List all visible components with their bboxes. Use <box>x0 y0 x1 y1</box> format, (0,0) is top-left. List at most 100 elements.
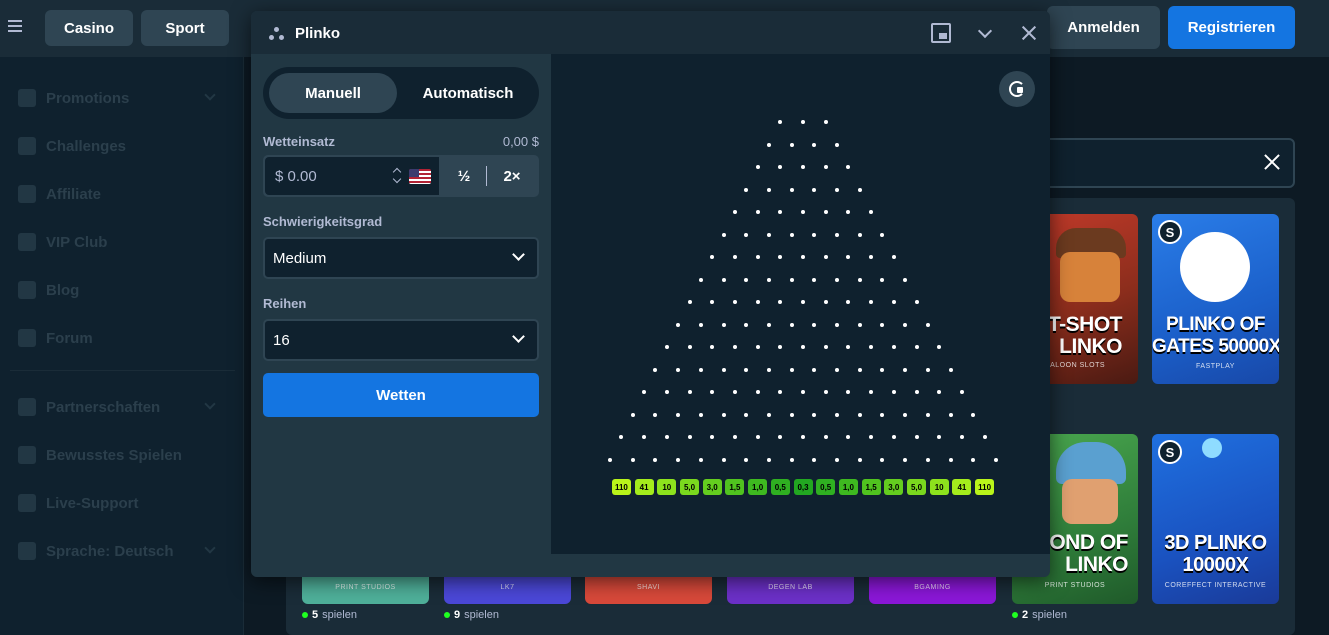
sidebar-item-challenges[interactable]: Challenges <box>18 134 228 158</box>
tab-manual[interactable]: Manuell <box>269 73 397 113</box>
peg <box>778 390 783 394</box>
peg <box>721 457 726 462</box>
multiplier-bucket: 41 <box>952 479 972 495</box>
bet-amount-value: $ 0.00 <box>275 168 317 185</box>
sidebar-item-partnerschaften[interactable]: Partnerschaften <box>18 395 228 419</box>
peg <box>823 345 828 349</box>
peg <box>801 255 805 259</box>
player-count-value: 9 <box>454 609 461 621</box>
sidebar-item-vip-club[interactable]: VIP Club <box>18 230 228 254</box>
game-card[interactable]: DEGEN LAB <box>727 574 854 604</box>
close-icon[interactable] <box>1019 23 1039 43</box>
peg <box>687 300 692 304</box>
sidebar-item-affiliate[interactable]: Affiliate <box>18 182 228 206</box>
close-icon[interactable] <box>1262 152 1282 172</box>
game-art <box>1062 479 1118 524</box>
peg <box>835 322 840 327</box>
game-card[interactable]: BGAMING <box>869 574 996 604</box>
game-card[interactable]: PRINT STUDIOS <box>302 574 429 604</box>
game-studio: PRINT STUDIOS <box>1044 582 1106 589</box>
peg <box>687 345 692 349</box>
peg <box>676 322 681 327</box>
register-button[interactable]: Registrieren <box>1168 6 1295 49</box>
stake-originals-badge: S <box>1158 440 1182 464</box>
game-card[interactable]: S PLINKO OF GATES 50000X FASTPLAY <box>1152 214 1279 384</box>
player-count-label: spielen <box>1032 609 1067 621</box>
player-count-label: spielen <box>464 609 499 621</box>
bet-amount-input[interactable]: $ 0.00 <box>265 157 439 195</box>
picture-in-picture-icon[interactable] <box>931 23 951 43</box>
peg <box>880 322 885 327</box>
game-art <box>1202 438 1222 458</box>
sidebar-item-forum[interactable]: Forum <box>18 326 228 350</box>
peg <box>812 412 817 417</box>
menu-icon[interactable] <box>8 20 22 32</box>
peg <box>925 367 930 372</box>
difficulty-select[interactable]: Medium <box>263 237 539 279</box>
rows-select[interactable]: 16 <box>263 319 539 361</box>
game-card[interactable]: S 3D PLINKO 10000X COREFFECT INTERACTIVE <box>1152 434 1279 604</box>
peg <box>937 390 942 394</box>
sport-tab[interactable]: Sport <box>141 10 229 46</box>
peg <box>710 300 715 304</box>
peg <box>993 457 998 462</box>
live-stats-icon[interactable] <box>999 71 1035 107</box>
peg <box>744 277 749 282</box>
multiplier-bucket: 0,5 <box>816 479 836 495</box>
peg <box>732 390 737 394</box>
peg <box>676 457 681 462</box>
peg <box>869 300 874 304</box>
divider <box>10 370 235 371</box>
peg <box>869 435 874 439</box>
double-bet-button[interactable]: 2× <box>489 155 535 197</box>
divider <box>486 166 487 186</box>
peg <box>937 435 942 439</box>
sidebar-item-blog[interactable]: Blog <box>18 278 228 302</box>
peg <box>835 277 840 282</box>
half-bet-button[interactable]: ½ <box>441 155 487 197</box>
sidebar-item-label: Affiliate <box>46 185 102 203</box>
sidebar-item-live-support[interactable]: Live-Support <box>18 491 228 515</box>
stepper-icon[interactable] <box>393 167 401 185</box>
bet-balance: 0,00 $ <box>502 134 539 149</box>
player-count: 9 spielen <box>444 609 499 621</box>
peg <box>698 457 703 462</box>
rows-label: Reihen <box>263 296 307 311</box>
bet-button[interactable]: Wetten <box>263 373 539 417</box>
sidebar-item-language[interactable]: Sprache: Deutsch <box>18 539 228 563</box>
peg <box>959 390 964 394</box>
game-card[interactable]: SHAVI <box>585 574 712 604</box>
sidebar-item-label: Challenges <box>46 137 127 155</box>
peg <box>812 367 817 372</box>
peg <box>903 412 908 417</box>
peg <box>766 367 771 372</box>
player-count: 2 spielen <box>1012 609 1067 621</box>
sidebar-item-label: Live-Support <box>46 494 139 512</box>
peg <box>835 367 840 372</box>
search-input[interactable] <box>1040 138 1295 188</box>
peg <box>846 435 851 439</box>
peg <box>835 412 840 417</box>
game-card[interactable]: LK7 <box>444 574 571 604</box>
login-button[interactable]: Anmelden <box>1047 6 1160 49</box>
tab-auto[interactable]: Automatisch <box>403 73 533 113</box>
sidebar-item-promotions[interactable]: Promotions <box>18 86 228 110</box>
peg <box>789 322 794 327</box>
sidebar-item-bewusstes-spielen[interactable]: Bewusstes Spielen <box>18 443 228 467</box>
multiplier-bucket: 110 <box>975 479 995 495</box>
peg <box>801 210 805 214</box>
sidebar-item-label: Sprache: Deutsch <box>46 542 174 560</box>
sidebar-item-label: Partnerschaften <box>46 398 161 416</box>
casino-tab[interactable]: Casino <box>45 10 133 46</box>
chevron-down-icon[interactable] <box>975 23 995 43</box>
users-icon <box>18 185 36 203</box>
peg <box>766 142 771 147</box>
peg <box>857 232 862 237</box>
peg <box>789 232 794 237</box>
peg <box>664 390 669 394</box>
multiplier-bucket: 1,0 <box>838 479 858 495</box>
peg <box>755 435 760 439</box>
plinko-modal: Plinko Manuell Automatisch Wetteinsatz 0… <box>251 11 1050 577</box>
peg <box>801 120 805 124</box>
peg <box>880 367 885 372</box>
